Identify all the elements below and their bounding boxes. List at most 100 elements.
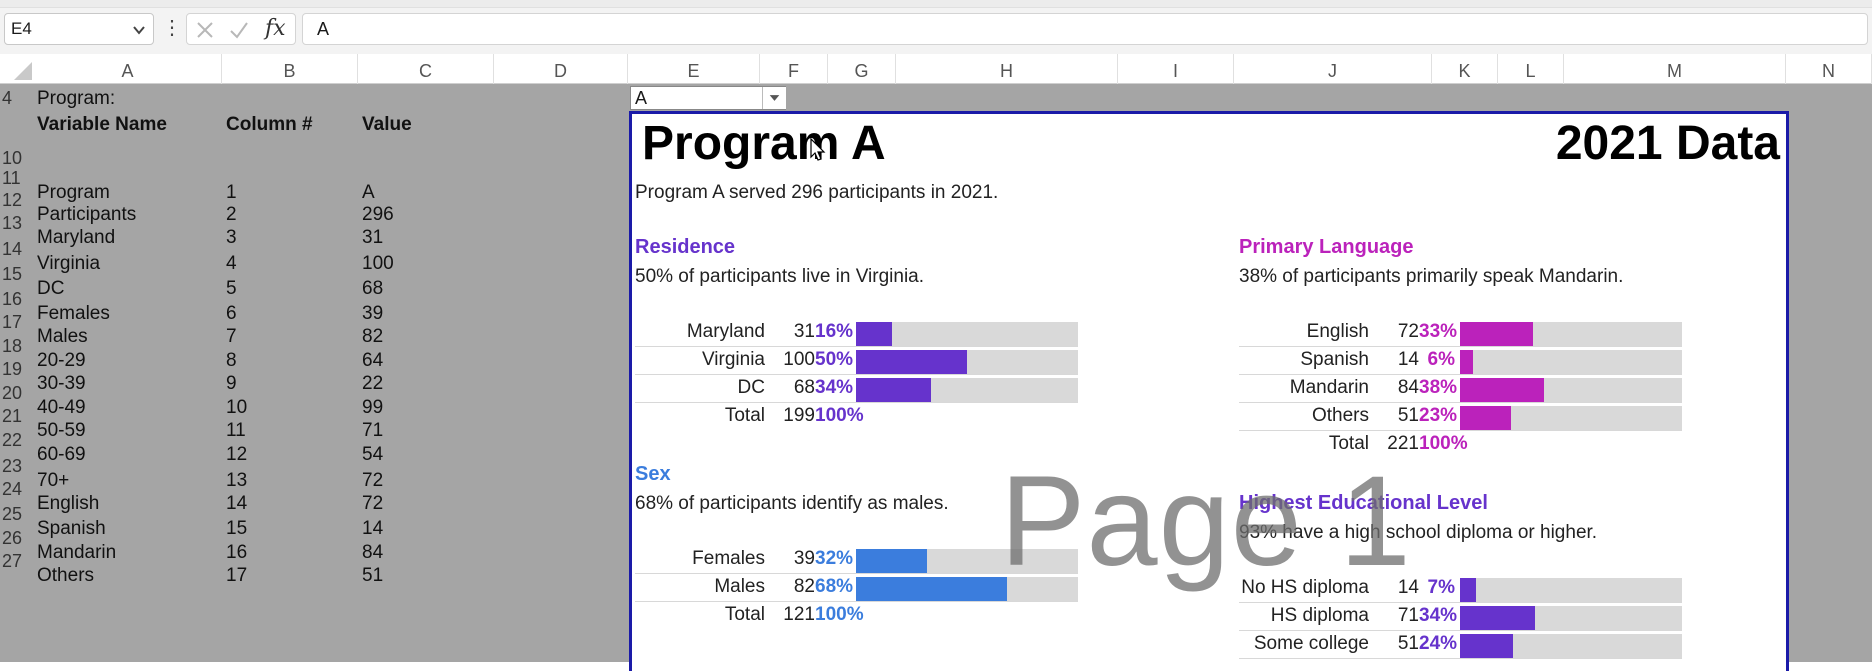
- cell-value[interactable]: 72: [362, 470, 383, 492]
- column-header-d[interactable]: D: [494, 54, 628, 84]
- cell-variable-name[interactable]: 70+: [37, 470, 69, 492]
- cell-column-number[interactable]: 17: [226, 565, 247, 587]
- row-header[interactable]: 22: [0, 430, 34, 451]
- cell-column-number[interactable]: 10: [226, 397, 247, 419]
- cell-value[interactable]: 54: [362, 444, 383, 466]
- row-header[interactable]: 4: [0, 88, 34, 109]
- cell-column-number[interactable]: 9: [226, 373, 237, 395]
- cell-column-number[interactable]: 2: [226, 204, 237, 226]
- column-header-n[interactable]: N: [1786, 54, 1872, 84]
- cell-variable-name[interactable]: English: [37, 493, 99, 515]
- row-header[interactable]: 13: [0, 213, 34, 234]
- column-header-a[interactable]: A: [34, 54, 222, 84]
- cell-variable-name[interactable]: 60-69: [37, 444, 86, 466]
- cell-column-number[interactable]: 6: [226, 303, 237, 325]
- cell-variable-name[interactable]: Mandarin: [37, 542, 116, 564]
- cell-variable-name[interactable]: 50-59: [37, 420, 86, 442]
- cell-column-number[interactable]: 15: [226, 518, 247, 540]
- cell-column-number[interactable]: 5: [226, 278, 237, 300]
- cell-variable-name[interactable]: Others: [37, 565, 94, 587]
- column-header-j[interactable]: J: [1234, 54, 1432, 84]
- row-header[interactable]: 12: [0, 190, 34, 211]
- formula-input[interactable]: A: [302, 13, 1868, 45]
- column-header-e[interactable]: E: [628, 54, 760, 84]
- row-header[interactable]: 10: [0, 148, 34, 169]
- cell-value[interactable]: 296: [362, 204, 394, 226]
- cell-program-label[interactable]: Program:: [37, 88, 115, 110]
- cell-column-number[interactable]: 16: [226, 542, 247, 564]
- column-header-k[interactable]: K: [1432, 54, 1498, 84]
- cell-variable-name[interactable]: Maryland: [37, 227, 115, 249]
- year-title: 2021 Data: [1555, 117, 1780, 170]
- row-header[interactable]: 23: [0, 456, 34, 477]
- window-top-strip: [0, 0, 1872, 8]
- column-header-g[interactable]: G: [828, 54, 896, 84]
- cell-value[interactable]: 100: [362, 253, 394, 275]
- row-header[interactable]: 25: [0, 504, 34, 525]
- column-header-f[interactable]: F: [760, 54, 828, 84]
- enter-check-icon[interactable]: [227, 18, 251, 42]
- cell-variable-name[interactable]: Males: [37, 326, 88, 348]
- cell-variable-name[interactable]: Program: [37, 182, 110, 204]
- cell-variable-name[interactable]: Spanish: [37, 518, 106, 540]
- cell-value[interactable]: 71: [362, 420, 383, 442]
- cell-variable-name[interactable]: 30-39: [37, 373, 86, 395]
- cell-variable-name[interactable]: 20-29: [37, 350, 86, 372]
- column-header-l[interactable]: L: [1498, 54, 1564, 84]
- header-variable-name[interactable]: Variable Name: [37, 114, 167, 136]
- cell-column-number[interactable]: 11: [226, 420, 246, 442]
- cell-value[interactable]: 31: [362, 227, 383, 249]
- column-header-h[interactable]: H: [896, 54, 1118, 84]
- cell-value[interactable]: 51: [362, 565, 383, 587]
- cell-value[interactable]: 68: [362, 278, 383, 300]
- column-header-i[interactable]: I: [1118, 54, 1234, 84]
- cell-variable-name[interactable]: DC: [37, 278, 64, 300]
- cell-variable-name[interactable]: Participants: [37, 204, 136, 226]
- cell-variable-name[interactable]: Females: [37, 303, 110, 325]
- header-value[interactable]: Value: [362, 114, 412, 136]
- row-header[interactable]: 20: [0, 383, 34, 404]
- row-header[interactable]: 26: [0, 528, 34, 549]
- dropdown-arrow-icon[interactable]: [762, 87, 786, 109]
- cell-value[interactable]: 72: [362, 493, 383, 515]
- chevron-down-icon[interactable]: [131, 22, 147, 38]
- select-all-corner[interactable]: [14, 62, 32, 80]
- row-header[interactable]: 11: [0, 168, 34, 189]
- cell-column-number[interactable]: 1: [226, 182, 237, 204]
- cell-column-number[interactable]: 8: [226, 350, 237, 372]
- cell-value[interactable]: 39: [362, 303, 383, 325]
- cell-value[interactable]: 64: [362, 350, 383, 372]
- cell-variable-name[interactable]: 40-49: [37, 397, 86, 419]
- row-header[interactable]: 18: [0, 336, 34, 357]
- column-header-b[interactable]: B: [222, 54, 358, 84]
- row-header[interactable]: 19: [0, 359, 34, 380]
- cell-value[interactable]: 84: [362, 542, 383, 564]
- row-header[interactable]: 15: [0, 264, 34, 285]
- more-options-icon[interactable]: ⋮: [162, 13, 182, 45]
- cell-value[interactable]: 99: [362, 397, 383, 419]
- name-box[interactable]: E4: [4, 13, 154, 45]
- row-header[interactable]: 24: [0, 479, 34, 500]
- cell-column-number[interactable]: 7: [226, 326, 237, 348]
- cell-column-number[interactable]: 4: [226, 253, 237, 275]
- row-header[interactable]: 21: [0, 406, 34, 427]
- cell-value[interactable]: 22: [362, 373, 383, 395]
- insert-function-icon[interactable]: fx: [265, 14, 286, 44]
- row-header[interactable]: 16: [0, 289, 34, 310]
- cell-column-number[interactable]: 13: [226, 470, 247, 492]
- header-column-number[interactable]: Column #: [226, 114, 313, 136]
- cell-value[interactable]: A: [362, 182, 375, 204]
- cell-value[interactable]: 82: [362, 326, 383, 348]
- cancel-icon[interactable]: [193, 18, 217, 42]
- column-header-m[interactable]: M: [1564, 54, 1786, 84]
- column-header-c[interactable]: C: [358, 54, 494, 84]
- cell-variable-name[interactable]: Virginia: [37, 253, 100, 275]
- row-header[interactable]: 14: [0, 239, 34, 260]
- cell-column-number[interactable]: 14: [226, 493, 247, 515]
- row-header[interactable]: 17: [0, 312, 34, 333]
- cell-value[interactable]: 14: [362, 518, 383, 540]
- cell-column-number[interactable]: 3: [226, 227, 237, 249]
- row-label: English: [1306, 321, 1369, 342]
- row-header[interactable]: 27: [0, 551, 34, 572]
- cell-column-number[interactable]: 12: [226, 444, 247, 466]
